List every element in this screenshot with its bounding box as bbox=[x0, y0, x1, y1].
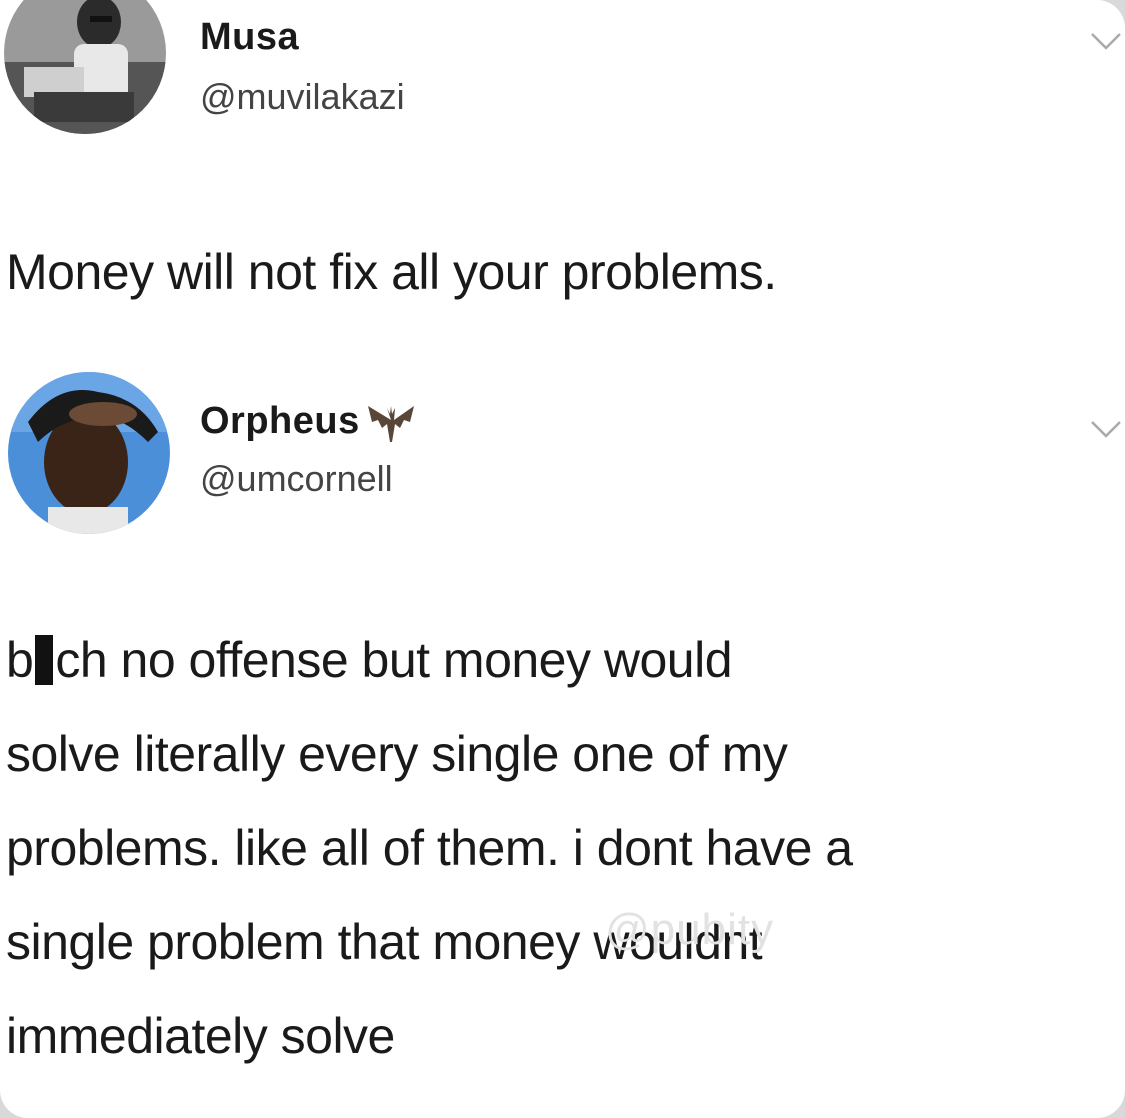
tweet-text-line: immediately solve bbox=[6, 1008, 395, 1064]
user-handle[interactable]: @muvilakazi bbox=[200, 76, 405, 118]
avatar-musa[interactable] bbox=[4, 0, 166, 134]
tweet-text-line: solve literally every single one of my bbox=[6, 726, 788, 782]
tweet-text-line: b ch no offense but money would bbox=[6, 613, 853, 707]
tweet-text: Money will not fix all your problems. bbox=[6, 244, 777, 300]
tweet-text: b ch no offense but money would solve lit… bbox=[6, 613, 853, 1083]
tweet-text-fragment: ch no offense but money would bbox=[55, 632, 733, 688]
avatar-musa-image bbox=[4, 0, 166, 134]
display-name-text: Orpheus bbox=[200, 400, 360, 442]
chevron-down-icon[interactable] bbox=[1089, 418, 1123, 440]
censor-bar bbox=[35, 635, 54, 685]
tweet-text-line: single problem that money wouldnt bbox=[6, 914, 763, 970]
chevron-down-icon[interactable] bbox=[1089, 30, 1123, 52]
tweet-screenshot-card: Musa @muvilakazi Money will not fix all … bbox=[0, 0, 1125, 1118]
display-name[interactable]: Musa bbox=[200, 16, 299, 59]
display-name[interactable]: Orpheus bbox=[200, 400, 416, 444]
tweet-musa[interactable]: Musa @muvilakazi Money will not fix all … bbox=[0, 0, 1125, 330]
avatar-orpheus[interactable] bbox=[8, 372, 170, 534]
avatar-orpheus-image bbox=[8, 372, 170, 534]
user-handle[interactable]: @umcornell bbox=[200, 458, 393, 500]
tweet-orpheus[interactable]: Orpheus @umcornell b ch no offense but mo… bbox=[0, 360, 1125, 1118]
tweet-text-line: problems. like all of them. i dont have … bbox=[6, 820, 853, 876]
bat-icon bbox=[366, 402, 416, 444]
tweet-text-fragment: b bbox=[6, 632, 34, 688]
